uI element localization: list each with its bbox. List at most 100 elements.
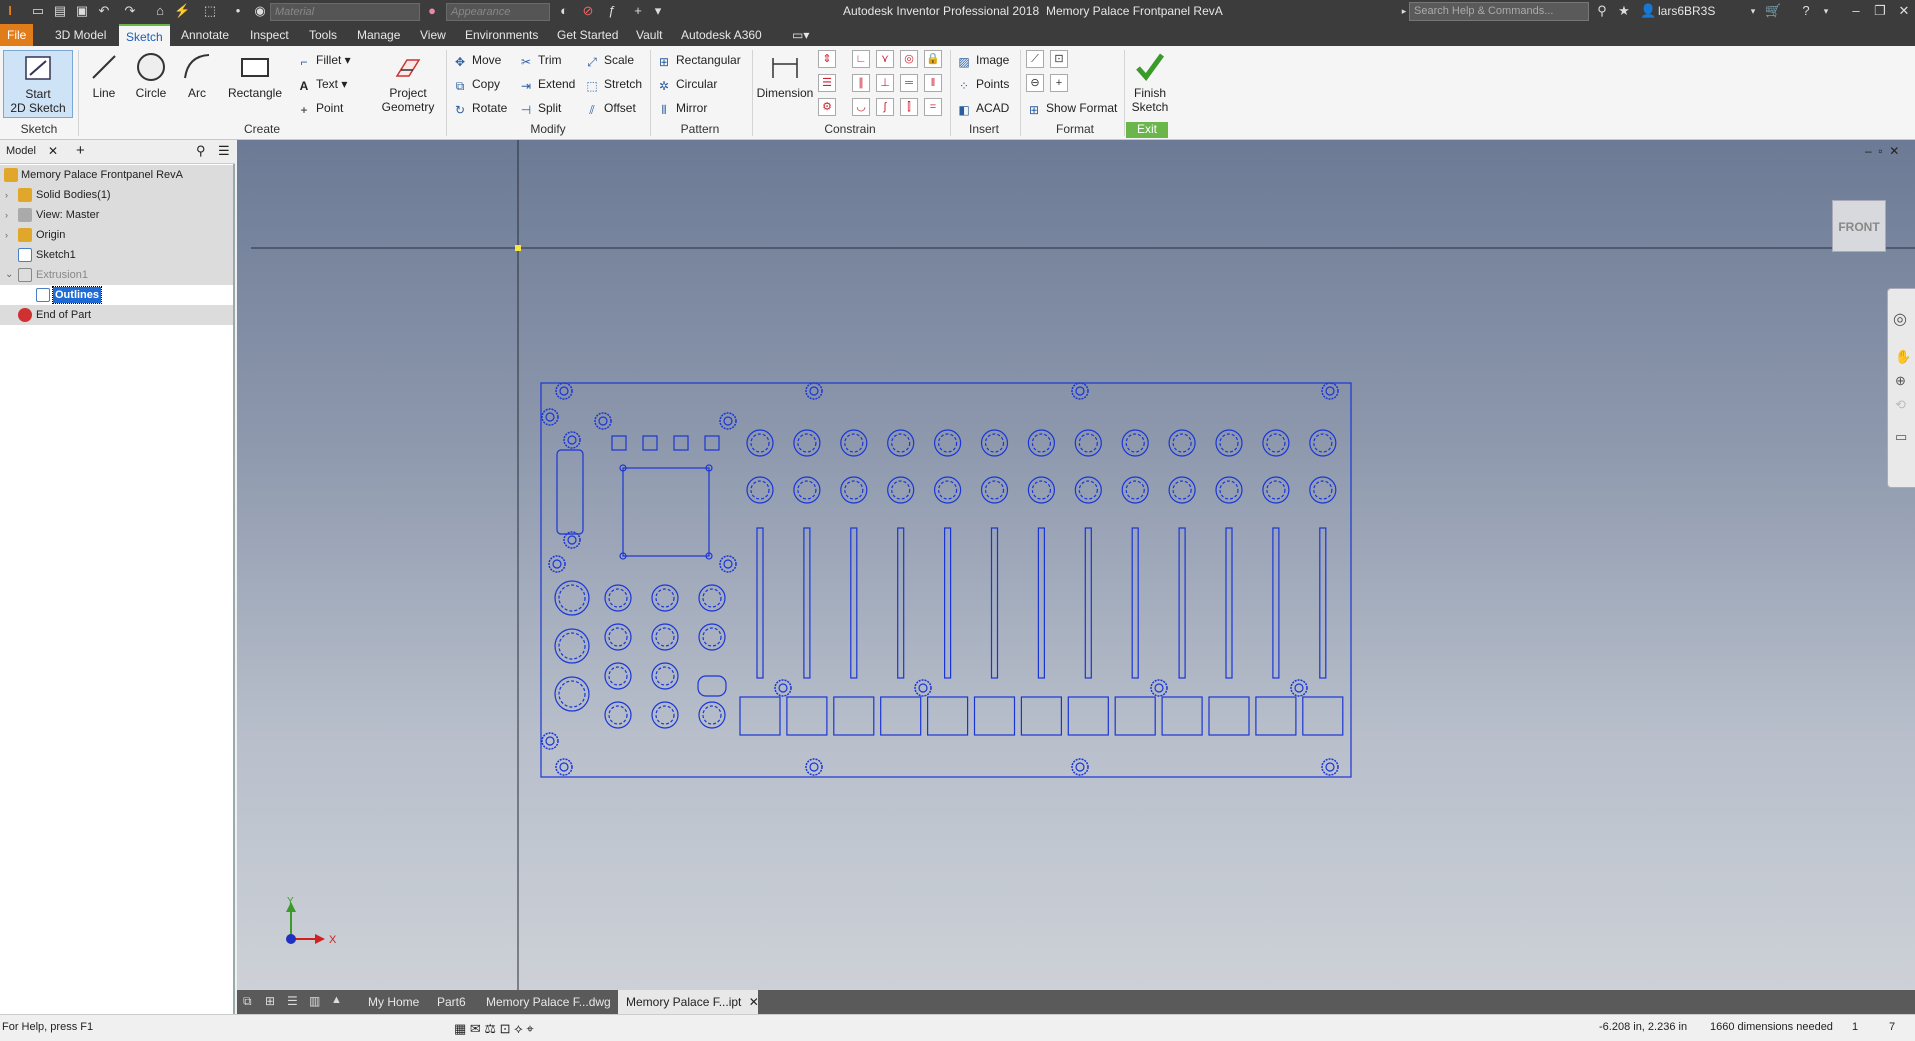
image-button[interactable]: ▨ Image	[956, 50, 1009, 70]
fix-icon[interactable]: 🔒	[924, 50, 942, 68]
slider-slot[interactable]	[1084, 527, 1092, 679]
tab-annotate[interactable]: Annotate	[174, 24, 236, 46]
jack-hole-inner[interactable]	[797, 480, 817, 500]
jack-hole-inner[interactable]	[655, 705, 675, 725]
mounting-hole-inner[interactable]	[545, 736, 555, 746]
slider-slot[interactable]	[803, 527, 811, 679]
points-button[interactable]: ⁘ Points	[956, 74, 1009, 94]
tangent-icon[interactable]: ◡	[852, 98, 870, 116]
button-cutout[interactable]	[1114, 696, 1156, 736]
inventor-logo-icon[interactable]: I	[2, 3, 18, 19]
doc-tab-dwg[interactable]: Memory Palace F...dwg	[478, 990, 619, 1014]
viewport-restore-icon[interactable]: ▫	[1878, 144, 1882, 158]
mounting-hole[interactable]	[805, 382, 823, 400]
jack-hole-inner[interactable]	[750, 433, 770, 453]
jack-hole[interactable]	[554, 580, 590, 616]
jack-hole-inner[interactable]	[937, 433, 958, 453]
zoom-icon[interactable]: ⊕	[1895, 373, 1906, 389]
rectangular-pattern-button[interactable]: ⊞ Rectangular	[656, 50, 741, 70]
scale-button[interactable]: ⤢ Scale	[584, 50, 634, 70]
minimize-icon[interactable]: –	[1848, 3, 1864, 19]
redo-icon[interactable]: ↷	[122, 3, 138, 19]
tree-item-end-of-part[interactable]: End of Part	[0, 305, 233, 325]
slider-slot[interactable]	[897, 527, 905, 679]
browser-menu-icon[interactable]: ☰	[218, 143, 230, 159]
button-cutout[interactable]	[786, 696, 828, 736]
tab-view[interactable]: View	[413, 24, 453, 46]
fx-icon[interactable]: ƒ	[604, 3, 620, 19]
collinear-icon[interactable]: ⋎	[876, 50, 894, 68]
tree-item-sketch1[interactable]: Sketch1	[0, 245, 233, 265]
mounting-hole-inner[interactable]	[918, 683, 928, 693]
mounting-hole-inner[interactable]	[1325, 386, 1335, 396]
jack-hole-inner[interactable]	[937, 480, 958, 500]
close-browser-tab-icon[interactable]: ✕	[48, 144, 58, 158]
mirror-button[interactable]: ⫴ Mirror	[656, 98, 707, 118]
finish-sketch-button[interactable]: Finish Sketch	[1128, 50, 1172, 120]
tile-icon[interactable]: ⧉	[243, 994, 252, 1009]
mounting-hole[interactable]	[548, 555, 566, 573]
button-cutout[interactable]	[1020, 696, 1063, 736]
home-icon[interactable]: ⌂	[152, 3, 168, 19]
mounting-hole-inner[interactable]	[598, 416, 608, 426]
tab-file[interactable]: File	[0, 24, 34, 46]
arrange-horizontal-icon[interactable]: ☰	[287, 994, 298, 1008]
acad-button[interactable]: ◧ ACAD	[956, 98, 1009, 118]
tab-3d-model[interactable]: 3D Model	[48, 24, 113, 46]
close-icon[interactable]: ✕	[1896, 3, 1912, 19]
jack-hole-inner[interactable]	[1266, 433, 1286, 453]
select-icon[interactable]: ⬚	[202, 3, 218, 19]
button-cutout[interactable]	[1208, 696, 1250, 736]
symmetric-icon[interactable]: ⫿	[900, 98, 918, 116]
rectangle-button[interactable]: Rectangle	[225, 50, 285, 120]
jack-hole-inner[interactable]	[558, 584, 586, 612]
jack-hole-inner[interactable]	[655, 666, 675, 686]
jack-hole-inner[interactable]	[702, 627, 722, 647]
frontpanel-sketch[interactable]	[540, 382, 1352, 778]
jack-hole-inner[interactable]	[1078, 433, 1098, 453]
cascade-icon[interactable]: ⊞	[265, 994, 275, 1008]
mounting-hole-inner[interactable]	[1075, 386, 1085, 396]
tree-item-part[interactable]: Memory Palace Frontpanel RevA	[0, 165, 233, 185]
concentric-icon[interactable]: ◎	[900, 50, 918, 68]
appearance-icon[interactable]: ●	[424, 3, 440, 19]
equal-icon[interactable]: =	[924, 98, 942, 116]
smooth-icon[interactable]: ∫	[876, 98, 894, 116]
tree-item-outlines[interactable]: Outlines	[0, 285, 233, 305]
tree-item-view-master[interactable]: › View: Master	[0, 205, 233, 225]
jack-hole-inner[interactable]	[984, 433, 1005, 453]
slider-slot[interactable]	[1178, 527, 1186, 679]
browser-tab-model[interactable]: Model	[6, 145, 36, 157]
clear-icon[interactable]: ⊘	[580, 3, 596, 19]
navigation-bar[interactable]: ◎ ✋ ⊕ ⟲ ▭	[1887, 288, 1915, 488]
jack-hole[interactable]	[554, 676, 590, 712]
button-cutout[interactable]	[1255, 696, 1297, 736]
mounting-hole[interactable]	[1321, 758, 1339, 776]
center-point-icon[interactable]: +	[1050, 74, 1068, 92]
arrange-vertical-icon[interactable]: ▥	[309, 994, 320, 1008]
expand-icon[interactable]: ›	[5, 205, 15, 225]
jack-hole-inner[interactable]	[608, 588, 628, 608]
button-cutout[interactable]	[926, 696, 969, 736]
mounting-hole-inner[interactable]	[723, 559, 733, 569]
centerline-icon[interactable]: ⊖	[1026, 74, 1044, 92]
horizontal-icon[interactable]: ═	[900, 74, 918, 92]
button-cutout[interactable]	[1161, 696, 1203, 736]
mounting-hole[interactable]	[563, 431, 581, 449]
panel-outline[interactable]	[540, 382, 1352, 778]
jack-hole-inner[interactable]	[608, 666, 628, 686]
line-button[interactable]: Line	[84, 50, 124, 120]
square-cutout[interactable]	[642, 435, 658, 451]
rotate-button[interactable]: ↻ Rotate	[452, 98, 507, 118]
mounting-hole[interactable]	[541, 408, 559, 426]
star-icon[interactable]: ★	[1616, 3, 1632, 19]
circular-pattern-button[interactable]: ✲ Circular	[656, 74, 717, 94]
arc-button[interactable]: Arc	[177, 50, 217, 120]
mounting-hole-inner[interactable]	[545, 412, 555, 422]
text-button[interactable]: A Text ▾	[296, 74, 348, 94]
mounting-hole[interactable]	[774, 679, 792, 697]
mounting-hole-inner[interactable]	[1075, 762, 1085, 772]
collapse-icon[interactable]: ⌄	[5, 265, 15, 285]
show-constraints-icon[interactable]: ☰	[818, 74, 836, 92]
mounting-hole-inner[interactable]	[809, 386, 819, 396]
